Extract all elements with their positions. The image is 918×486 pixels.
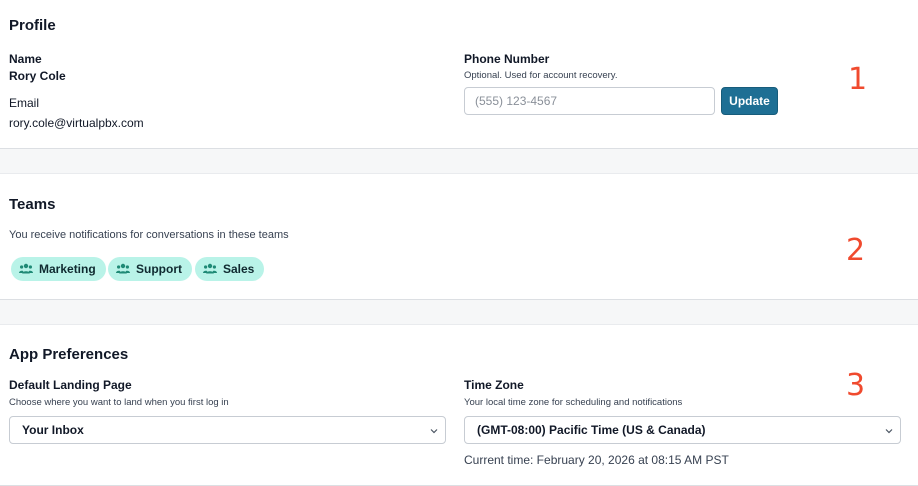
landing-page-select[interactable]: Your Inbox bbox=[9, 416, 446, 444]
team-chip-label: Marketing bbox=[39, 262, 96, 276]
callout-number-2: 2 bbox=[846, 233, 866, 268]
chevron-down-icon bbox=[430, 429, 438, 434]
profile-title: Profile bbox=[9, 17, 56, 34]
landing-page-label: Default Landing Page bbox=[9, 378, 132, 392]
landing-page-selected-value: Your Inbox bbox=[22, 423, 84, 437]
phone-help-text: Optional. Used for account recovery. bbox=[464, 70, 618, 81]
timezone-label: Time Zone bbox=[464, 378, 524, 392]
timezone-selected-value: (GMT-08:00) Pacific Time (US & Canada) bbox=[477, 423, 706, 437]
callout-number-1: 1 bbox=[848, 62, 868, 97]
callout-number-3: 3 bbox=[846, 368, 866, 403]
team-chip-marketing[interactable]: Marketing bbox=[11, 257, 106, 281]
update-phone-button[interactable]: Update bbox=[721, 87, 778, 115]
team-chip-label: Support bbox=[136, 262, 182, 276]
phone-number-input[interactable] bbox=[464, 87, 715, 115]
team-chip-label: Sales bbox=[223, 262, 255, 276]
users-icon bbox=[19, 263, 33, 274]
teams-title: Teams bbox=[9, 196, 56, 213]
landing-page-help: Choose where you want to land when you f… bbox=[9, 397, 229, 408]
teams-description: You receive notifications for conversati… bbox=[9, 229, 289, 241]
users-icon bbox=[203, 263, 217, 274]
current-time-text: Current time: February 20, 2026 at 08:15… bbox=[464, 453, 729, 467]
email-value: rory.cole@virtualpbx.com bbox=[9, 116, 144, 130]
timezone-help: Your local time zone for scheduling and … bbox=[464, 397, 683, 408]
phone-label: Phone Number bbox=[464, 52, 550, 66]
email-label: Email bbox=[9, 96, 40, 110]
name-value: Rory Cole bbox=[9, 69, 66, 83]
timezone-select[interactable]: (GMT-08:00) Pacific Time (US & Canada) bbox=[464, 416, 901, 444]
name-label: Name bbox=[9, 52, 42, 66]
app-preferences-title: App Preferences bbox=[9, 346, 129, 363]
team-chip-sales[interactable]: Sales bbox=[195, 257, 265, 281]
chevron-down-icon bbox=[885, 429, 893, 434]
team-chip-support[interactable]: Support bbox=[108, 257, 192, 281]
users-icon bbox=[116, 263, 130, 274]
